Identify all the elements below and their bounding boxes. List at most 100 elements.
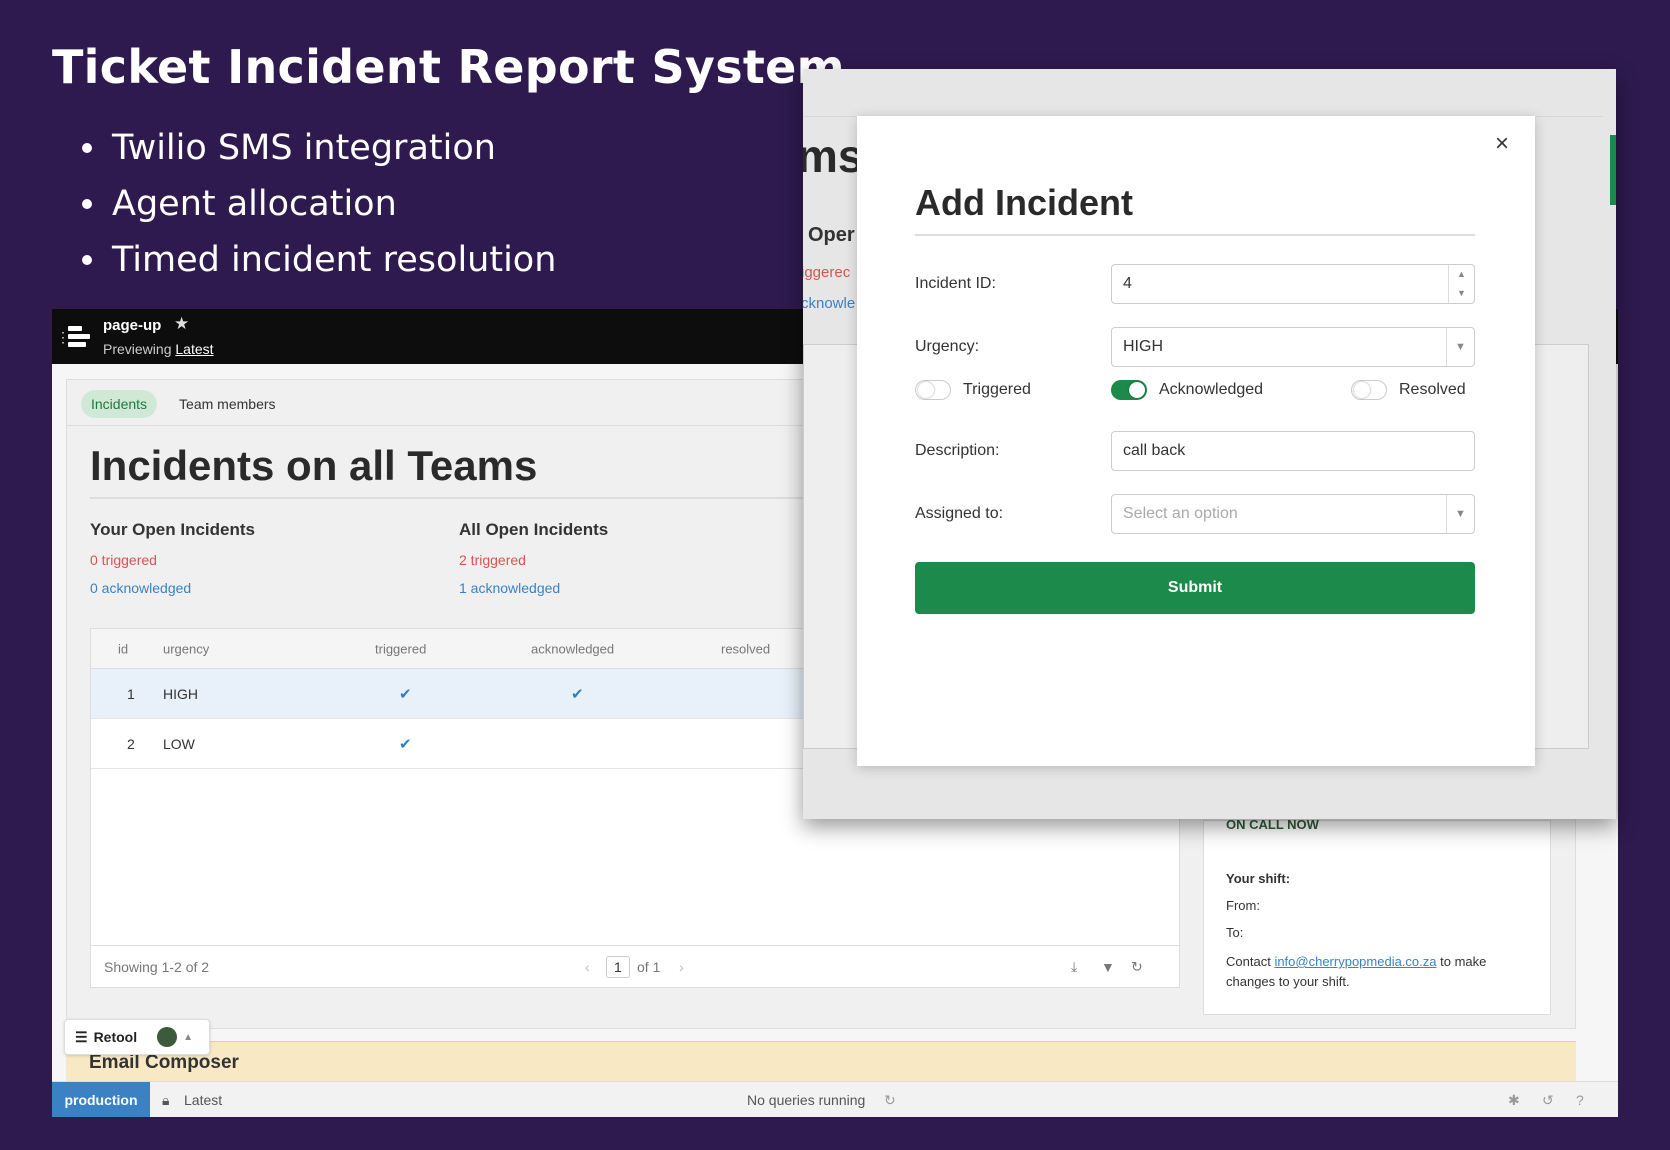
tab-incidents[interactable]: Incidents — [81, 390, 158, 418]
column-header-urgency[interactable]: urgency — [163, 641, 209, 656]
shift-to-label: To: — [1226, 925, 1244, 940]
retool-label: Retool — [93, 1029, 138, 1045]
all-acknowledged-count: 1 acknowledged — [459, 580, 561, 596]
star-icon[interactable]: ★ — [174, 314, 189, 334]
modal-title: Add Incident — [915, 182, 1133, 223]
toggle-switch[interactable] — [1351, 380, 1387, 400]
all-open-incidents: All Open Incidents 2 triggered 1 acknowl… — [459, 520, 608, 596]
previewing-label: Previewing — [103, 341, 172, 357]
incident-id-value: 4 — [1123, 275, 1132, 292]
all-triggered-count: 2 triggered — [459, 552, 526, 568]
column-header-id[interactable]: id — [118, 641, 128, 656]
contact-email-link[interactable]: info@cherrypopmedia.co.za — [1274, 954, 1436, 969]
urgency-value: HIGH — [1123, 338, 1163, 355]
resolved-toggle[interactable]: Resolved — [1351, 380, 1466, 400]
feature-item: Timed incident resolution — [80, 232, 556, 288]
background-triggered-fragment: iggerec — [803, 264, 851, 281]
cell-id: 1 — [127, 685, 135, 702]
page-title: Incidents on all Teams — [90, 442, 538, 489]
column-header-triggered[interactable]: triggered — [375, 641, 426, 656]
background-ack-fragment: cknowle — [803, 295, 856, 312]
your-shift-label: Your shift: — [1226, 871, 1291, 886]
status-bar: production 🔒︎ Latest No queries running … — [52, 1081, 1618, 1117]
incident-id-label: Incident ID: — [915, 275, 996, 292]
contact-text: Contact info@cherrypopmedia.co.za to mak… — [1226, 952, 1528, 992]
description-label: Description: — [915, 442, 1000, 459]
preview-status: Previewing Latest — [103, 341, 214, 357]
next-page-icon[interactable]: › — [679, 959, 684, 975]
toggle-switch[interactable] — [915, 380, 951, 400]
table-footer: Showing 1-2 of 2 ‹ 1 of 1 › ⤓ ▼ ↻ — [91, 945, 1179, 987]
status-version[interactable]: Latest — [184, 1092, 222, 1108]
chevron-up-icon[interactable]: ▲ — [1449, 265, 1474, 284]
email-composer-section: Email Composer — [66, 1041, 1576, 1081]
check-icon: ✔ — [399, 735, 412, 753]
toggle-label: Acknowledged — [1159, 381, 1264, 398]
description-input[interactable]: call back — [1111, 431, 1475, 471]
environment-badge[interactable]: production — [52, 1082, 150, 1117]
on-call-card: ON CALL NOW Your shift: From: To: Contac… — [1203, 817, 1551, 1015]
version-link[interactable]: Latest — [175, 341, 213, 357]
feature-list: Twilio SMS integration Agent allocation … — [80, 120, 556, 288]
toggle-switch[interactable] — [1111, 380, 1147, 400]
urgency-select[interactable]: HIGH ▼ — [1111, 327, 1475, 367]
toggle-label: Triggered — [963, 381, 1031, 398]
feature-item: Agent allocation — [80, 176, 556, 232]
chevron-up-icon[interactable]: ▲ — [183, 1032, 193, 1043]
background-title-fragment: ms — [803, 130, 864, 182]
chevron-down-icon[interactable]: ▼ — [1449, 284, 1474, 303]
filter-icon[interactable]: ▼ — [1101, 959, 1115, 975]
app-name: page-up — [103, 317, 162, 334]
avatar[interactable] — [157, 1027, 178, 1047]
retool-badge[interactable]: ☰ Retool ▲ — [64, 1019, 210, 1055]
check-icon: ✔ — [399, 685, 412, 703]
your-open-heading: Your Open Incidents — [90, 520, 255, 539]
help-icon[interactable]: ? — [1576, 1092, 1584, 1108]
page-number-input[interactable]: 1 — [606, 955, 630, 978]
check-icon: ✔ — [571, 685, 584, 703]
tab-bar: Incidents Team members — [81, 390, 286, 418]
prev-page-icon[interactable]: ‹ — [585, 959, 590, 975]
cell-id: 2 — [127, 735, 135, 752]
your-open-incidents: Your Open Incidents 0 triggered 0 acknow… — [90, 520, 255, 596]
acknowledged-toggle[interactable]: Acknowledged — [1111, 380, 1263, 400]
feature-item: Twilio SMS integration — [80, 120, 556, 176]
chevron-down-icon[interactable]: ▼ — [1446, 328, 1474, 366]
download-icon[interactable]: ⤓ — [1071, 958, 1077, 975]
green-accent-bar — [1610, 135, 1616, 205]
number-stepper[interactable]: ▲ ▼ — [1448, 265, 1474, 303]
refresh-icon[interactable]: ↻ — [1131, 958, 1143, 975]
tab-team-members[interactable]: Team members — [169, 390, 285, 418]
cell-urgency: HIGH — [163, 685, 198, 702]
add-incident-modal: × Add Incident Incident ID: 4 ▲ ▼ Urgenc… — [857, 116, 1535, 766]
toggle-label: Resolved — [1399, 381, 1466, 398]
assigned-to-select[interactable]: Select an option ▼ — [1111, 494, 1475, 534]
cell-urgency: LOW — [163, 735, 195, 752]
close-icon[interactable]: × — [1495, 130, 1509, 158]
on-call-header: ON CALL NOW — [1226, 817, 1319, 832]
shift-from-label: From: — [1226, 898, 1260, 913]
refresh-icon[interactable]: ↻ — [884, 1092, 896, 1109]
page-total: of 1 — [637, 958, 661, 975]
modal-screenshot: ms Oper iggerec cknowle × Add Incident I… — [803, 69, 1616, 819]
bug-icon[interactable]: ✱ — [1508, 1092, 1520, 1109]
email-composer-title: Email Composer — [89, 1052, 239, 1073]
triggered-toggle[interactable]: Triggered — [915, 380, 1031, 400]
showing-count: Showing 1-2 of 2 — [104, 958, 210, 975]
retool-logo-icon: ☰ — [75, 1028, 88, 1045]
assigned-placeholder: Select an option — [1123, 505, 1238, 522]
history-icon[interactable]: ↺ — [1542, 1092, 1554, 1109]
submit-button[interactable]: Submit — [915, 562, 1475, 614]
modal-divider — [915, 234, 1475, 236]
urgency-label: Urgency: — [915, 338, 980, 355]
lock-icon: 🔒︎ — [162, 1092, 170, 1108]
your-triggered-count: 0 triggered — [90, 552, 157, 568]
retool-logo-icon — [68, 326, 90, 347]
your-acknowledged-count: 0 acknowledged — [90, 580, 192, 596]
column-header-resolved[interactable]: resolved — [721, 641, 770, 656]
incident-id-input[interactable]: 4 ▲ ▼ — [1111, 264, 1475, 304]
all-open-heading: All Open Incidents — [459, 520, 609, 539]
query-status: No queries running — [747, 1092, 866, 1108]
chevron-down-icon[interactable]: ▼ — [1446, 495, 1474, 533]
column-header-acknowledged[interactable]: acknowledged — [531, 641, 614, 656]
